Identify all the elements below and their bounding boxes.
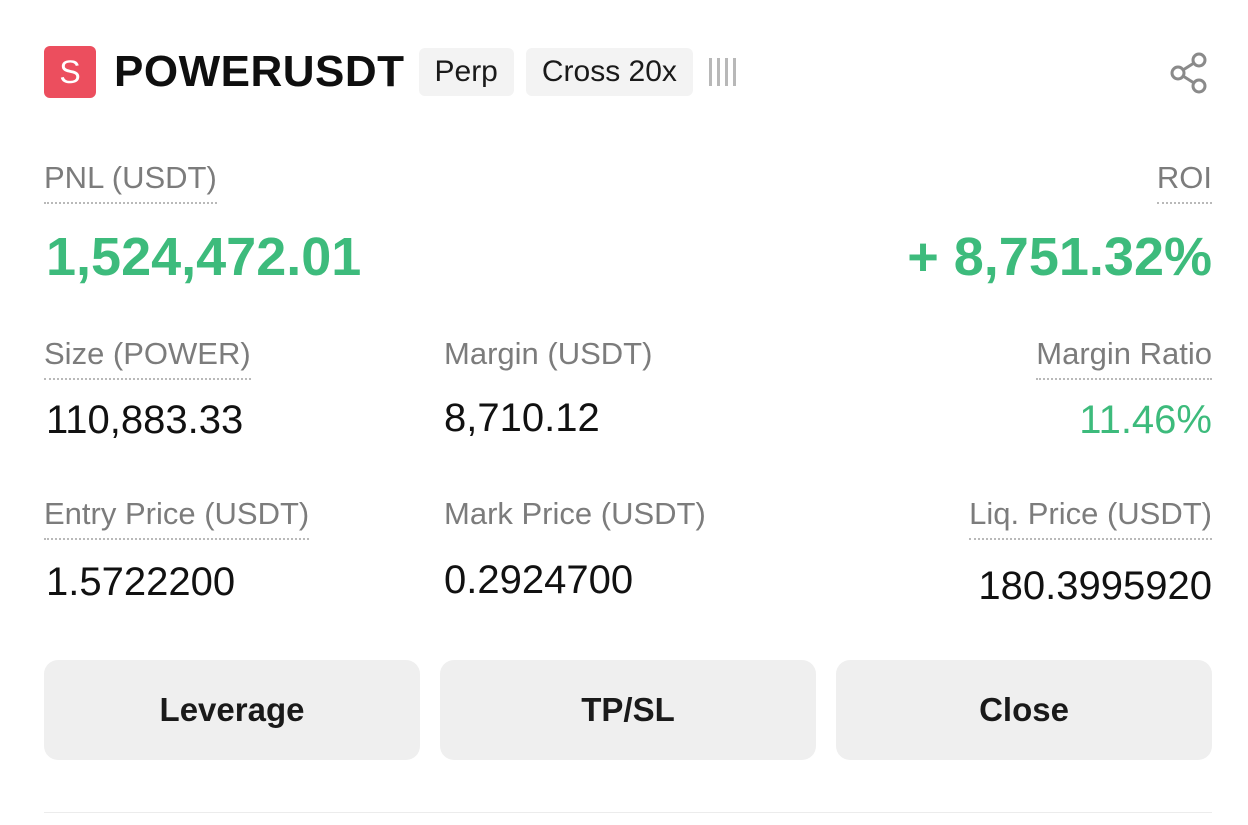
mark-price-label: Mark Price (USDT) bbox=[444, 496, 706, 531]
roi-value: + 8,751.32% bbox=[907, 227, 1212, 287]
pnl-label[interactable]: PNL (USDT) bbox=[44, 160, 217, 204]
pnl-value: 1,524,472.01 bbox=[46, 227, 362, 287]
margin-ratio-value: 11.46% bbox=[1079, 398, 1212, 442]
margin-ratio-label[interactable]: Margin Ratio bbox=[1036, 336, 1212, 380]
symbol-title[interactable]: POWERUSDT bbox=[114, 47, 405, 97]
share-icon[interactable] bbox=[1166, 50, 1212, 96]
margin-value: 8,710.12 bbox=[444, 396, 600, 440]
leverage-button[interactable]: Leverage bbox=[44, 660, 420, 760]
tpsl-button[interactable]: TP/SL bbox=[440, 660, 816, 760]
section-divider bbox=[44, 812, 1212, 813]
liq-price-value: 180.3995920 bbox=[978, 564, 1212, 608]
liq-price-label[interactable]: Liq. Price (USDT) bbox=[969, 496, 1212, 540]
close-button[interactable]: Close bbox=[836, 660, 1212, 760]
contract-type-tag: Perp bbox=[418, 48, 514, 96]
entry-price-label[interactable]: Entry Price (USDT) bbox=[44, 496, 310, 540]
size-label[interactable]: Size (POWER) bbox=[44, 336, 251, 380]
margin-mode-tag[interactable]: Cross 20x bbox=[525, 48, 693, 96]
mark-price-value: 0.2924700 bbox=[444, 558, 634, 602]
margin-label: Margin (USDT) bbox=[444, 336, 653, 371]
exchange-badge: S bbox=[44, 46, 96, 98]
signal-bars-icon bbox=[708, 57, 736, 87]
roi-label[interactable]: ROI bbox=[1156, 160, 1212, 204]
entry-price-value: 1.5722200 bbox=[46, 560, 236, 604]
size-value: 110,883.33 bbox=[46, 398, 244, 442]
position-header: S POWERUSDT Perp Cross 20x bbox=[44, 44, 1212, 100]
